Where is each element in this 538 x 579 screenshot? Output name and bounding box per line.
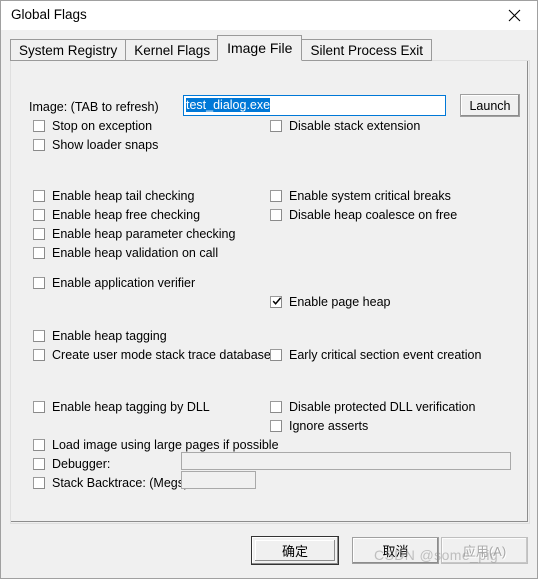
checkbox-enable-heap-parameter-checking[interactable]: Enable heap parameter checking xyxy=(33,227,235,241)
ok-button[interactable]: 确定 xyxy=(251,536,339,565)
ok-button-label: 确定 xyxy=(281,544,308,559)
checkbox-enable-heap-tail-checking[interactable]: Enable heap tail checking xyxy=(33,189,194,203)
cancel-button[interactable]: 取消 xyxy=(352,537,439,564)
apply-button-label: 应用(A) xyxy=(462,544,507,559)
checkbox-early-critical-section-event-creation[interactable]: Early critical section event creation xyxy=(270,348,481,362)
checkbox-label: Debugger: xyxy=(52,457,111,471)
checkbox-label: Ignore asserts xyxy=(289,419,369,433)
cancel-button-label: 取消 xyxy=(382,544,409,559)
checkbox-box xyxy=(33,190,45,202)
tab-label: Kernel Flags xyxy=(134,42,211,58)
checkbox-box xyxy=(33,477,45,489)
tab-kernel-flags[interactable]: Kernel Flags xyxy=(125,39,220,61)
checkbox-box xyxy=(33,209,45,221)
checkbox-create-user-mode-stack-trace-database[interactable]: Create user mode stack trace database xyxy=(33,348,271,362)
image-label: Image: (TAB to refresh) xyxy=(29,100,159,114)
checkbox-label: Disable heap coalesce on free xyxy=(289,208,458,222)
checkbox-box xyxy=(33,247,45,259)
image-input[interactable]: test_dialog.exe xyxy=(183,95,446,116)
checkbox-box xyxy=(33,349,45,361)
tab-label: Silent Process Exit xyxy=(310,42,423,58)
checkbox-label: Early critical section event creation xyxy=(289,348,482,362)
checkbox-stack-backtrace[interactable]: Stack Backtrace: (Megs) xyxy=(33,476,188,490)
launch-button[interactable]: Launch xyxy=(460,94,520,117)
global-flags-window: Global Flags System Registry Kernel Flag… xyxy=(0,0,538,579)
checkbox-debugger[interactable]: Debugger: xyxy=(33,457,110,471)
checkbox-label: Load image using large pages if possible xyxy=(52,438,279,452)
checkbox-label: Disable stack extension xyxy=(289,119,421,133)
checkbox-box xyxy=(33,139,45,151)
checkbox-box xyxy=(270,296,282,308)
checkbox-box xyxy=(33,401,45,413)
dialog-button-bar: 确定 取消 应用(A) xyxy=(1,527,537,578)
ok-button-inner: 确定 xyxy=(254,539,336,562)
checkbox-box xyxy=(33,277,45,289)
checkbox-label: Enable heap parameter checking xyxy=(52,227,236,241)
checkbox-box xyxy=(33,330,45,342)
checkbox-label: Stack Backtrace: (Megs) xyxy=(52,476,189,490)
checkbox-ignore-asserts[interactable]: Ignore asserts xyxy=(270,419,368,433)
tab-silent-process-exit[interactable]: Silent Process Exit xyxy=(301,39,432,61)
checkbox-stop-on-exception[interactable]: Stop on exception xyxy=(33,119,152,133)
checkbox-enable-heap-tagging[interactable]: Enable heap tagging xyxy=(33,329,167,343)
tab-system-registry[interactable]: System Registry xyxy=(10,39,127,61)
checkbox-box xyxy=(33,228,45,240)
checkbox-label: Show loader snaps xyxy=(52,138,159,152)
checkbox-show-loader-snaps[interactable]: Show loader snaps xyxy=(33,138,158,152)
tab-image-file[interactable]: Image File xyxy=(217,35,303,61)
checkbox-box xyxy=(270,190,282,202)
debugger-input[interactable] xyxy=(181,452,511,470)
checkbox-disable-heap-coalesce-on-free[interactable]: Disable heap coalesce on free xyxy=(270,208,457,222)
tab-label: Image File xyxy=(227,40,293,56)
checkbox-enable-application-verifier[interactable]: Enable application verifier xyxy=(33,276,195,290)
checkbox-load-image-using-large-pages[interactable]: Load image using large pages if possible xyxy=(33,438,279,452)
title-bar: Global Flags xyxy=(1,1,537,30)
checkbox-box xyxy=(270,420,282,432)
image-input-value: test_dialog.exe xyxy=(186,98,271,112)
checkbox-disable-protected-dll-verification[interactable]: Disable protected DLL verification xyxy=(270,400,475,414)
checkbox-label: Enable heap tagging xyxy=(52,329,167,343)
image-file-panel: Image: (TAB to refresh) test_dialog.exe … xyxy=(10,60,530,524)
checkbox-enable-heap-free-checking[interactable]: Enable heap free checking xyxy=(33,208,200,222)
checkbox-label: Enable system critical breaks xyxy=(289,189,451,203)
launch-button-label: Launch xyxy=(469,98,511,113)
tab-strip: System Registry Kernel Flags Image File … xyxy=(10,35,432,61)
checkbox-box xyxy=(33,120,45,132)
checkbox-label: Enable application verifier xyxy=(52,276,196,290)
checkbox-box xyxy=(33,439,45,451)
checkbox-label: Disable protected DLL verification xyxy=(289,400,476,414)
tab-label: System Registry xyxy=(19,42,118,58)
checkbox-enable-page-heap[interactable]: Enable page heap xyxy=(270,295,390,309)
checkbox-label: Enable heap tagging by DLL xyxy=(52,400,210,414)
checkbox-box xyxy=(33,458,45,470)
checkbox-box xyxy=(270,401,282,413)
client-area: System Registry Kernel Flags Image File … xyxy=(1,30,537,578)
checkbox-box xyxy=(270,120,282,132)
checkbox-label: Enable heap validation on call xyxy=(52,246,219,260)
checkbox-box xyxy=(270,349,282,361)
checkbox-enable-system-critical-breaks[interactable]: Enable system critical breaks xyxy=(270,189,451,203)
checkbox-label: Enable heap free checking xyxy=(52,208,201,222)
stack-backtrace-input[interactable] xyxy=(181,471,256,489)
close-icon[interactable] xyxy=(492,1,537,30)
window-title: Global Flags xyxy=(11,7,87,22)
checkbox-enable-heap-validation-on-call[interactable]: Enable heap validation on call xyxy=(33,246,218,260)
checkbox-label: Enable heap tail checking xyxy=(52,189,195,203)
checkbox-label: Stop on exception xyxy=(52,119,153,133)
apply-button[interactable]: 应用(A) xyxy=(441,537,528,564)
checkbox-enable-heap-tagging-by-dll[interactable]: Enable heap tagging by DLL xyxy=(33,400,210,414)
checkbox-label: Enable page heap xyxy=(289,295,391,309)
checkbox-box xyxy=(270,209,282,221)
checkbox-disable-stack-extension[interactable]: Disable stack extension xyxy=(270,119,420,133)
checkbox-label: Create user mode stack trace database xyxy=(52,348,271,362)
